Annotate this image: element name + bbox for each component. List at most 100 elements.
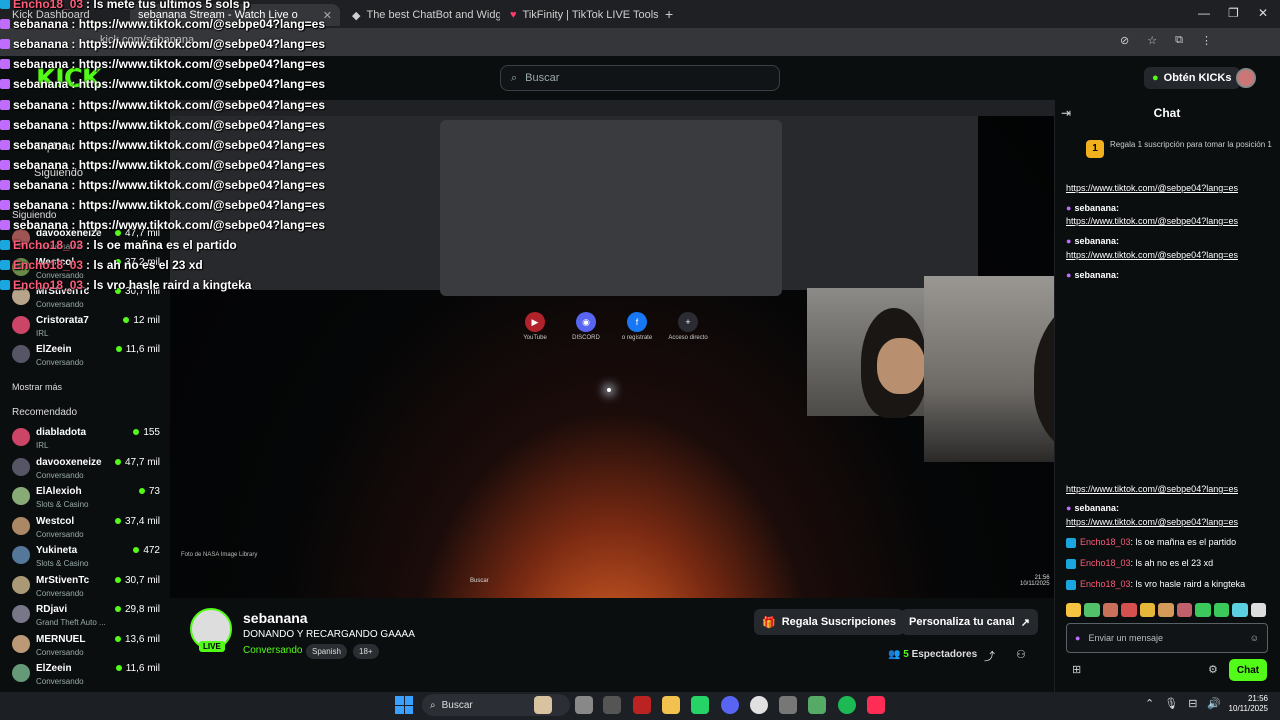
chat-input[interactable]: ● Enviar un mensaje ☺ — [1066, 623, 1268, 653]
chat-link[interactable]: https://www.tiktok.com/@sebpe04?lang=es — [1066, 216, 1238, 226]
restore-icon[interactable]: ❐ — [1228, 6, 1239, 20]
channel-row[interactable]: ElAlexioh Slots & Casino 73 — [10, 484, 160, 512]
tab-chatbot[interactable]: ◆The best ChatBot and Widg🔊✕ — [344, 4, 500, 26]
emote-icon[interactable] — [1176, 603, 1193, 617]
gift-box-icon[interactable]: ⊞ — [1072, 663, 1081, 676]
tag-age[interactable]: 18+ — [353, 644, 379, 659]
emote-icon[interactable] — [1213, 603, 1230, 617]
emoji-icon[interactable]: ☺ — [1250, 633, 1259, 643]
person-face — [877, 338, 925, 394]
chat-username[interactable]: sebanana: — [1074, 203, 1119, 213]
channel-row[interactable]: davooxeneize Conversando 47,7 mil — [10, 455, 160, 483]
channel-row[interactable]: Yukineta Slots & Casino 472 — [10, 543, 160, 571]
customize-channel-button[interactable]: Personaliza tu canal ↗ — [901, 609, 1038, 635]
mic-badge-icon: ● — [1066, 503, 1072, 513]
captured-clock: 21:56 10/11/2025 — [1020, 575, 1050, 587]
close-window-icon[interactable]: ✕ — [1258, 6, 1268, 20]
network-icon[interactable]: ⊟ — [1188, 697, 1197, 710]
chat-link[interactable]: https://www.tiktok.com/@sebpe04?lang=es — [1066, 517, 1238, 527]
channel-row[interactable]: MERNUEL Conversando 13,6 mil — [10, 632, 160, 660]
mic-badge-icon — [0, 200, 10, 210]
get-kicks-button[interactable]: ● Obtén KICKs — [1144, 67, 1240, 89]
system-tray[interactable]: ⌃ 🎙 ⊟ 🔊 — [1145, 697, 1221, 710]
search-input[interactable]: ⌕ Buscar — [500, 65, 780, 91]
tikfinity-icon: ♥ — [510, 9, 517, 21]
channel-name: ElZeein — [36, 344, 72, 355]
emote-icon[interactable] — [1158, 603, 1174, 617]
windows-start-icon[interactable] — [395, 696, 413, 714]
widgets-icon[interactable] — [534, 696, 552, 714]
live-badge: LIVE — [199, 641, 225, 652]
spotify-icon[interactable] — [838, 696, 856, 714]
overlay-message: : https://www.tiktok.com/@sebpe04?lang=e… — [71, 77, 325, 92]
channel-row[interactable]: Westcol Conversando 37,4 mil — [10, 514, 160, 542]
taskbar-clock[interactable]: 21:56 10/11/2025 — [1212, 694, 1268, 714]
follow-user-icon[interactable]: ⚇ — [1016, 648, 1026, 661]
emote-icon[interactable] — [1102, 603, 1119, 617]
gift-subs-button[interactable]: 🎁 Regala Suscripciones — [754, 609, 905, 635]
whatsapp-icon[interactable] — [691, 696, 709, 714]
chat-username[interactable]: sebanana: — [1074, 236, 1119, 246]
send-chat-button[interactable]: Chat — [1229, 659, 1267, 681]
chat-username[interactable]: sebanana: — [1074, 503, 1119, 513]
channel-avatar — [12, 605, 30, 623]
chevron-up-icon[interactable]: ⌃ — [1145, 697, 1154, 710]
chat-link[interactable]: https://www.tiktok.com/@sebpe04?lang=es — [1066, 183, 1238, 193]
show-more-link[interactable]: Mostrar más — [12, 382, 62, 392]
channel-name[interactable]: sebanana — [243, 610, 308, 626]
discord-icon[interactable] — [721, 696, 739, 714]
new-tab-button[interactable]: + — [665, 6, 673, 22]
channel-row[interactable]: Cristorata7 IRL 12 mil — [10, 313, 160, 341]
recording-icon[interactable] — [633, 696, 651, 714]
chat-link[interactable]: https://www.tiktok.com/@sebpe04?lang=es — [1066, 250, 1238, 260]
app-icon[interactable] — [779, 696, 797, 714]
overlay-chat-line: sebanana: https://www.tiktok.com/@sebpe0… — [0, 178, 325, 192]
folder-icon[interactable] — [662, 696, 680, 714]
emote-icon[interactable] — [1121, 603, 1137, 617]
minimize-icon[interactable]: — — [1198, 6, 1210, 20]
menu-icon[interactable]: ⋮ — [1201, 34, 1212, 47]
channel-row[interactable]: diabladota IRL 155 — [10, 425, 160, 453]
subscriber-badge-icon — [1066, 537, 1076, 548]
user-avatar[interactable] — [1236, 68, 1256, 88]
tag-language[interactable]: Spanish — [306, 644, 347, 659]
share-icon[interactable]: ⤴ — [984, 648, 995, 664]
channel-row[interactable]: ElZeein Conversando 11,6 mil — [10, 342, 160, 370]
emote-icon[interactable] — [1139, 603, 1156, 617]
tab-label: The best ChatBot and Widg — [366, 9, 500, 21]
mic-badge-icon — [0, 39, 10, 50]
emote-icon[interactable] — [1066, 603, 1082, 617]
eye-off-icon[interactable]: ⊘ — [1120, 34, 1129, 47]
star-icon[interactable]: ☆ — [1147, 34, 1157, 47]
emote-bar[interactable] — [1066, 603, 1266, 619]
overlay-username: Encho18_03 — [13, 258, 84, 273]
emote-icon[interactable] — [1195, 603, 1211, 617]
overlay-chat-line: sebanana: https://www.tiktok.com/@sebpe0… — [0, 57, 325, 71]
task-view-icon[interactable] — [575, 696, 593, 714]
emote-icon[interactable] — [1250, 603, 1266, 617]
tab-tikfinity[interactable]: ♥TikFinity | TikTok LIVE Tools✕ — [502, 4, 658, 26]
emote-icon[interactable] — [1232, 603, 1248, 617]
overlay-chat-line: Encho18_03: ls ah no es el 23 xd — [0, 258, 203, 272]
channel-avatar — [12, 664, 30, 682]
tiktok-icon[interactable] — [867, 696, 885, 714]
channel-row[interactable]: MrStivenTc Conversando 30,7 mil — [10, 573, 160, 601]
chat-username[interactable]: Encho18_03 — [1080, 579, 1131, 589]
stream-category[interactable]: Conversando — [243, 645, 302, 656]
chrome-icon[interactable] — [750, 696, 768, 714]
emote-icon[interactable] — [1084, 603, 1100, 617]
chat-message: ● sebanana: — [1066, 270, 1119, 280]
settings-gear-icon[interactable]: ⚙ — [1208, 663, 1218, 676]
store-icon[interactable] — [603, 696, 621, 714]
mic-icon[interactable]: 🎙 — [1164, 697, 1178, 710]
game-icon[interactable] — [808, 696, 826, 714]
channel-row[interactable]: RDjavi Grand Theft Auto ... 29,8 mil — [10, 602, 160, 630]
chat-username[interactable]: sebanana: — [1074, 270, 1119, 280]
channel-category: Slots & Casino — [36, 559, 89, 568]
chat-username[interactable]: Encho18_03 — [1080, 558, 1131, 568]
extensions-icon[interactable]: ⧉ — [1175, 34, 1183, 47]
subscriber-badge-icon — [0, 260, 10, 271]
chat-username[interactable]: Encho18_03 — [1080, 537, 1131, 547]
chat-link[interactable]: https://www.tiktok.com/@sebpe04?lang=es — [1066, 484, 1238, 494]
channel-row[interactable]: ElZeein Conversando 11,6 mil — [10, 661, 160, 689]
